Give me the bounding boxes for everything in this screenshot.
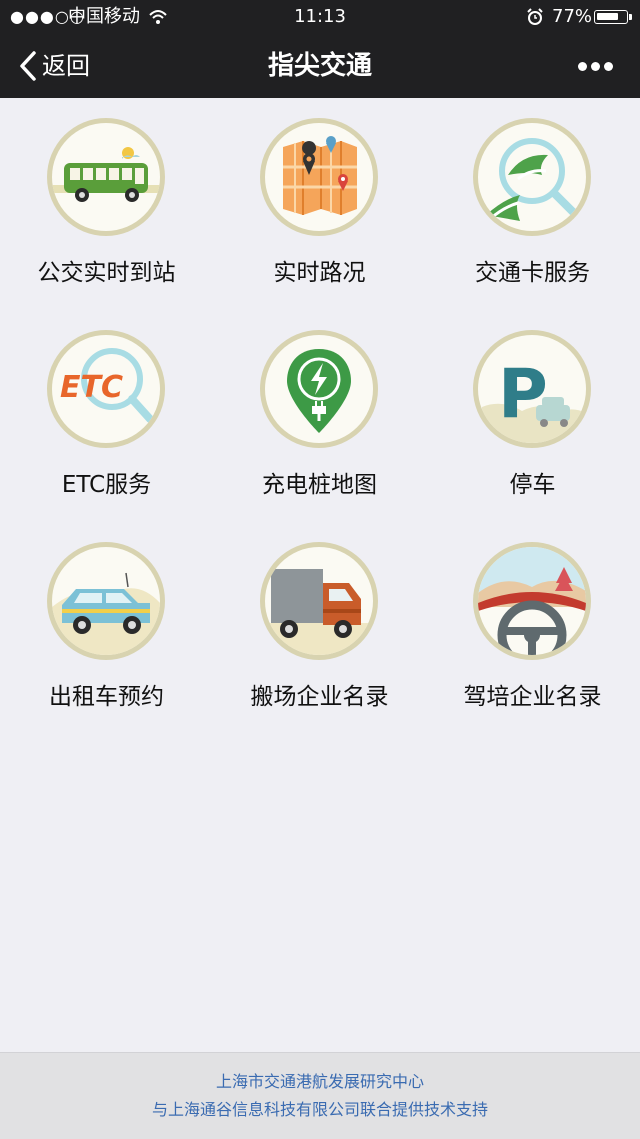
service-label: ETC服务 [61,472,152,498]
service-label: 公交实时到站 [37,260,176,286]
bus-icon [52,147,160,202]
taxi-icon [52,572,160,655]
icon-ring [260,330,378,448]
service-etc[interactable]: ETC ETC服务 [0,310,213,522]
battery-percent: 77% [552,6,593,27]
service-charging-map[interactable]: 充电桩地图 [213,310,426,522]
page-title: 指尖交通 [267,51,372,81]
service-label: 出租车预约 [49,684,164,710]
service-label: 交通卡服务 [475,260,590,286]
top-bar: ●●●○○ 中国移动 11:13 77% 返回 指尖交通 [0,0,640,98]
more-dot [578,62,587,71]
service-bus-arrival[interactable]: 公交实时到站 [0,98,213,310]
charging-pin-icon [287,349,351,433]
nav-bar: 返回 指尖交通 [0,34,640,98]
service-label: 实时路况 [273,260,366,286]
transport-card-icon [486,138,578,221]
footer-credit-line1: 上海市交通港航发展研究中心 [215,1072,424,1091]
service-traffic[interactable]: 实时路况 [213,98,426,310]
service-label: 停车 [509,472,556,498]
steering-wheel-icon [478,547,586,655]
service-taxi-booking[interactable]: 出租车预约 [0,522,213,734]
service-label: 搬场企业名录 [250,684,389,710]
icon-ring [473,118,591,236]
alarm-clock-icon [527,8,543,25]
icon-ring [260,542,378,660]
icon-ring [260,118,378,236]
service-transport-card[interactable]: 交通卡服务 [426,98,639,310]
footer: 上海市交通港航发展研究中心 与上海通谷信息科技有限公司联合提供技术支持 [0,1052,640,1139]
parking-icon: P [482,355,586,443]
service-driving-schools[interactable]: 驾培企业名录 [426,522,639,734]
icon-ring: P [473,330,591,448]
truck-icon [265,569,373,655]
etc-icon: ETC [60,348,154,423]
service-moving-companies[interactable]: 搬场企业名录 [213,522,426,734]
icon-ring [47,118,165,236]
icon-ring [473,542,591,660]
status-bar: ●●●○○ 中国移动 11:13 77% [0,0,640,34]
icon-ring: ETC [47,330,165,448]
service-label: 驾培企业名录 [463,684,602,710]
more-dot [604,62,613,71]
map-icon [283,136,357,215]
more-dot [591,62,600,71]
service-label: 充电桩地图 [262,472,377,498]
etc-logo-text: ETC [60,370,123,405]
footer-credit-line2: 与上海通谷信息科技有限公司联合提供技术支持 [151,1100,488,1119]
icon-ring [47,542,165,660]
status-time: 11:13 [294,6,346,27]
more-options-button[interactable] [574,62,618,72]
battery-icon [594,10,632,24]
service-parking[interactable]: P 停车 [426,310,639,522]
